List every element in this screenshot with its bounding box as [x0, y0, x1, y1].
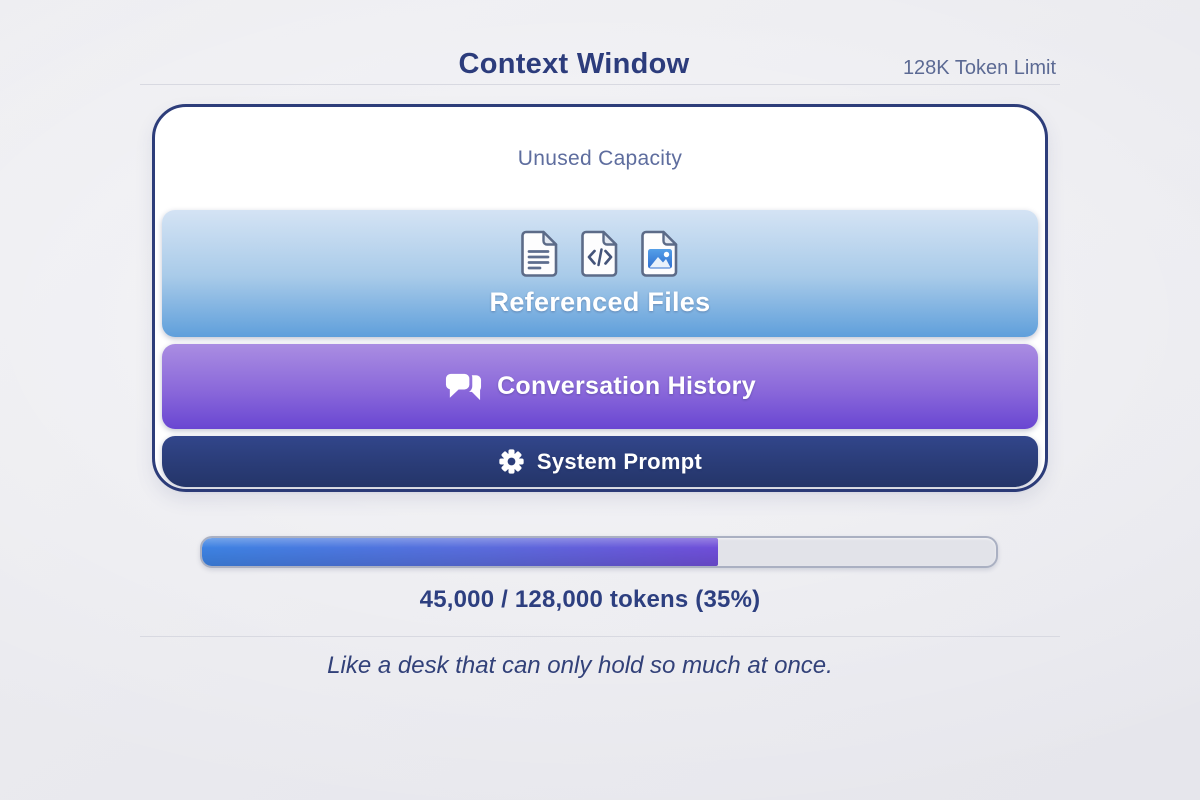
- unused-capacity-label: Unused Capacity: [155, 147, 1045, 171]
- segment-system-prompt: System Prompt: [162, 436, 1038, 487]
- token-usage-label: 45,000 / 128,000 tokens (35%): [0, 586, 1180, 614]
- text-file-icon: [521, 230, 559, 277]
- context-window-box: Unused Capacity: [152, 104, 1048, 492]
- footer-divider: [140, 636, 1060, 637]
- code-file-icon: [581, 230, 619, 277]
- gear-icon: [498, 448, 525, 475]
- token-usage-bar: [200, 536, 998, 568]
- token-limit-label: 128K Token Limit: [903, 57, 1056, 80]
- file-icons-row: [521, 230, 679, 277]
- progress-fill: [202, 538, 718, 566]
- segment-referenced-files: Referenced Files: [162, 210, 1038, 337]
- caption-text: Like a desk that can only hold so much a…: [0, 652, 1160, 680]
- segment-label: System Prompt: [537, 449, 702, 475]
- segment-label: Referenced Files: [490, 287, 711, 318]
- image-file-icon: [641, 230, 679, 277]
- segment-label: Conversation History: [497, 372, 756, 401]
- segment-conversation-history: Conversation History: [162, 344, 1038, 429]
- chat-bubbles-icon: [444, 371, 483, 403]
- header-divider: [140, 84, 1060, 85]
